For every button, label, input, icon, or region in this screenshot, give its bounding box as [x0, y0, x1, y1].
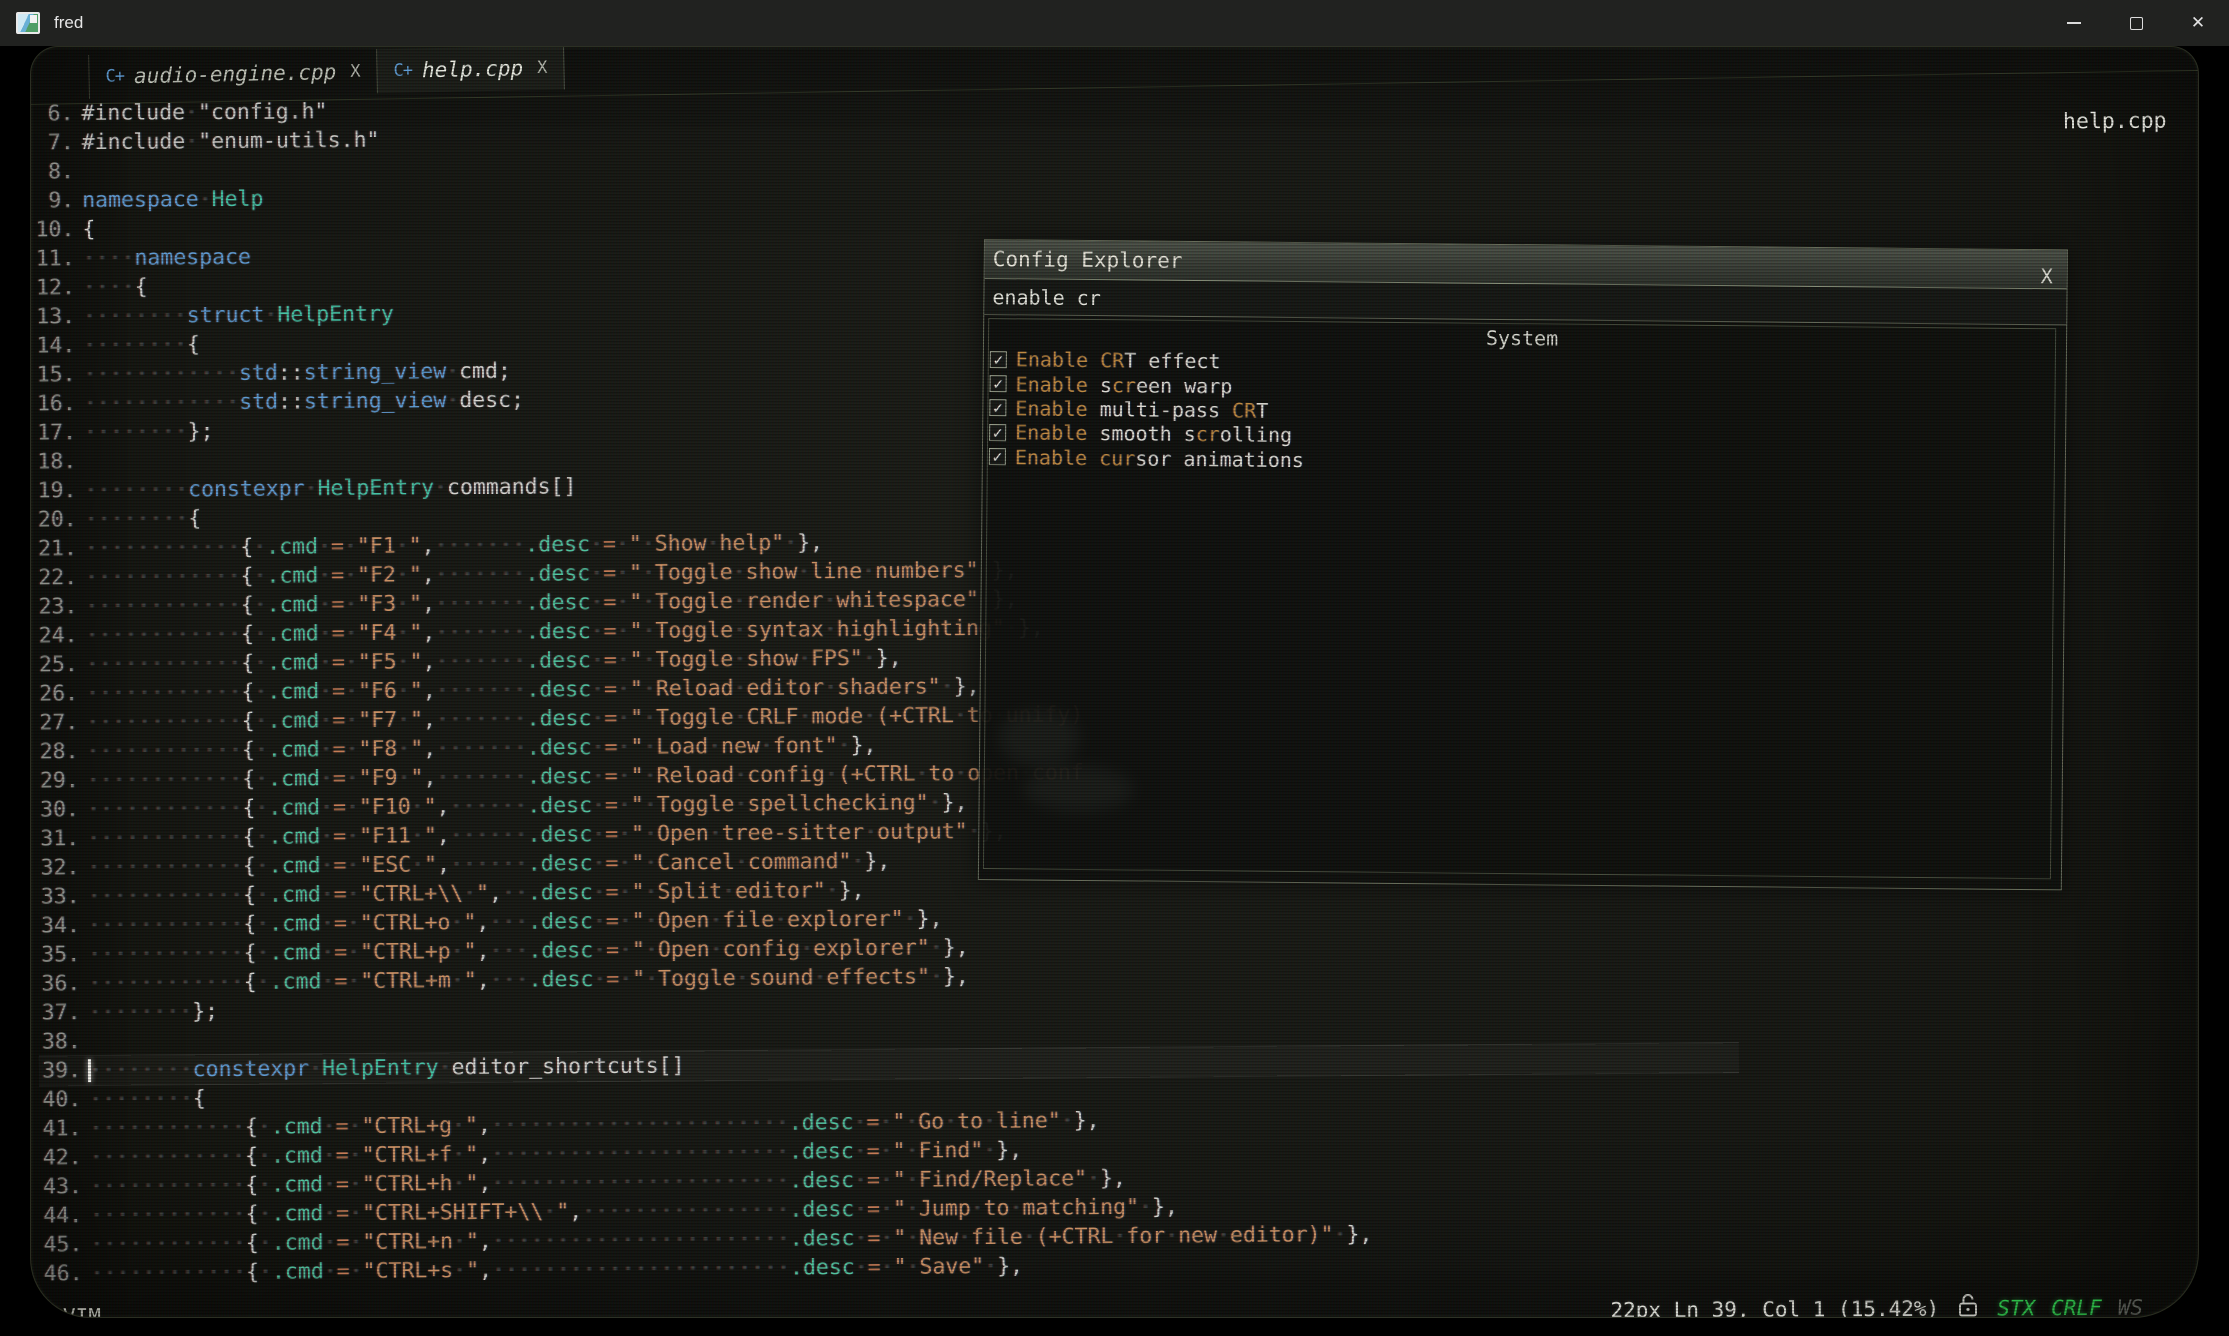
line-number: 23.	[35, 592, 77, 621]
status-flag-crlf[interactable]: CRLF	[2051, 1295, 2102, 1318]
line-number: 27.	[36, 708, 78, 737]
line-number: 31.	[37, 824, 79, 853]
tab-close-icon[interactable]: X	[537, 58, 548, 78]
line-number: 40.	[39, 1085, 81, 1114]
line-number: 35.	[38, 940, 80, 969]
line-number: 24.	[35, 621, 77, 650]
line-number: 29.	[37, 766, 79, 795]
checkbox-checked-icon[interactable]: ✓	[989, 424, 1006, 441]
line-number: 14.	[33, 331, 75, 360]
checkbox-checked-icon[interactable]: ✓	[990, 375, 1007, 392]
close-button[interactable]: ✕	[2167, 0, 2229, 46]
line-number: 21.	[35, 534, 77, 563]
line-number: 33.	[38, 882, 80, 911]
line-number: 7.	[32, 128, 74, 157]
line-number: 37.	[38, 998, 80, 1027]
line-number: 25.	[36, 650, 78, 679]
line-number: 28.	[36, 737, 78, 766]
status-flag-ws[interactable]: WS	[2118, 1295, 2143, 1318]
line-number: 45.	[40, 1230, 82, 1259]
line-number: 30.	[37, 795, 79, 824]
line-number: 44.	[40, 1201, 82, 1230]
line-number: 26.	[36, 679, 78, 708]
tab-label: audio-engine.cpp	[134, 60, 337, 88]
status-flags: STX CRLF WS	[1997, 1295, 2143, 1318]
line-number: 17.	[34, 418, 76, 447]
tab-close-icon[interactable]: X	[350, 62, 361, 82]
line-number: 9.	[32, 186, 74, 215]
line-number: 18.	[34, 447, 76, 476]
config-explorer-popup: Config Explorer X enable cr System ✓Enab…	[978, 239, 2068, 890]
line-number: 10.	[32, 215, 74, 244]
cursor-position-text: 22px Ln 39, Col 1 (15.42%)	[1610, 1296, 1939, 1318]
tab-label: help.cpp	[422, 56, 524, 82]
line-number: 16.	[34, 389, 76, 418]
maximize-button[interactable]	[2105, 0, 2167, 46]
config-list-panel: System ✓Enable CRT effect✓Enable screen …	[983, 318, 2056, 879]
line-number: 42.	[40, 1143, 82, 1172]
lock-icon	[1957, 1292, 1979, 1318]
line-number: 22.	[35, 563, 77, 592]
line-number: 15.	[33, 360, 75, 389]
checkbox-checked-icon[interactable]: ✓	[989, 400, 1006, 417]
background-bleed-smudge	[1025, 766, 1133, 811]
window-title: fred	[54, 13, 83, 33]
line-number: 12.	[33, 273, 75, 302]
vim-mode-indicator: VIM	[63, 1304, 101, 1318]
popup-close-button[interactable]: X	[2041, 264, 2053, 288]
checkbox-checked-icon[interactable]: ✓	[990, 351, 1007, 368]
line-number: 11.	[33, 244, 75, 273]
background-bleed-smudge	[999, 710, 1080, 766]
config-item-list: ✓Enable CRT effect✓Enable screen warp✓En…	[989, 347, 2055, 479]
close-icon: ✕	[2191, 13, 2205, 33]
cpp-file-icon: C+	[105, 66, 124, 86]
text-caret	[88, 1059, 91, 1082]
line-number: 43.	[40, 1172, 82, 1201]
checkbox-checked-icon[interactable]: ✓	[989, 448, 1006, 465]
line-number: 20.	[35, 505, 77, 534]
minimize-icon	[2067, 22, 2081, 24]
active-file-label: help.cpp	[2063, 109, 2167, 135]
app-icon	[16, 12, 40, 34]
line-number: 19.	[34, 476, 76, 505]
maximize-icon	[2130, 17, 2143, 30]
line-number: 39.	[39, 1056, 81, 1085]
line-number: 46.	[40, 1259, 82, 1288]
line-number: 8.	[32, 157, 74, 186]
minimize-button[interactable]	[2043, 0, 2105, 46]
cpp-file-icon: C+	[393, 61, 412, 81]
tab-help.cpp[interactable]: C+ help.cpp X	[377, 46, 565, 93]
line-number: 38.	[39, 1027, 81, 1056]
line-number: 41.	[39, 1114, 81, 1143]
line-number: 36.	[38, 969, 80, 998]
window-titlebar: fred ✕	[0, 0, 2229, 46]
line-number: 32.	[37, 853, 79, 882]
tab-audio-engine.cpp[interactable]: C+ audio-engine.cpp X	[88, 49, 378, 99]
line-number: 34.	[38, 911, 80, 940]
crt-screen: C+audio-engine.cppXC+help.cppX help.cpp …	[30, 46, 2199, 1318]
line-number: 13.	[33, 302, 75, 331]
status-flag-stx[interactable]: STX	[1997, 1296, 2035, 1318]
